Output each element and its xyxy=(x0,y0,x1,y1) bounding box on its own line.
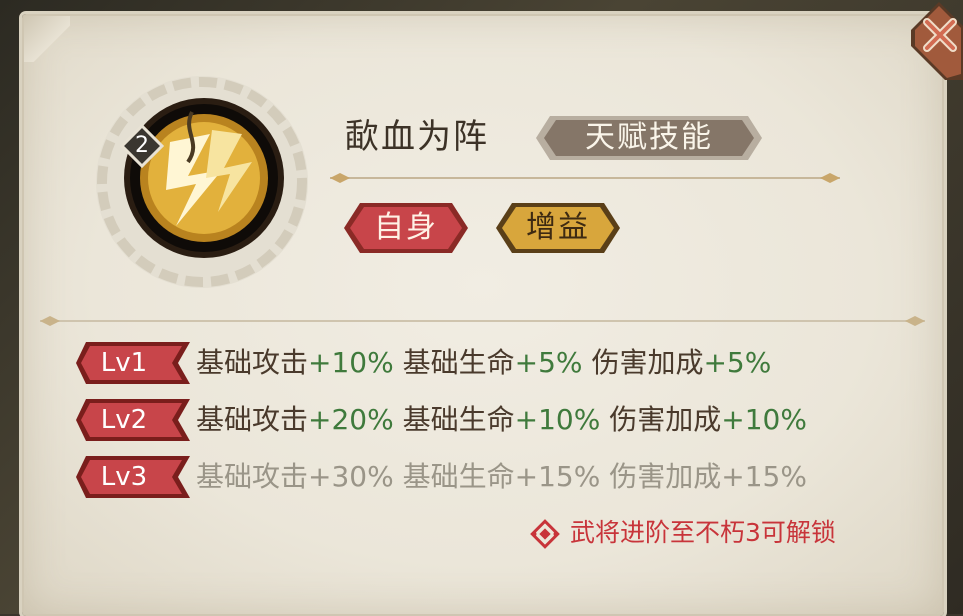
effect-value: +20% xyxy=(308,403,394,436)
level-badge: Lv1 xyxy=(100,348,148,378)
skill-type-label: 天赋技能 xyxy=(585,120,713,155)
effect-stat: 伤害加成 xyxy=(609,460,722,493)
effect-value: +5% xyxy=(703,346,772,379)
effect-value: +15% xyxy=(514,460,601,493)
effect-stat: 基础生命 xyxy=(402,346,515,379)
close-icon xyxy=(911,2,963,80)
level-effects-locked: 基础攻击+30% 基础生命+15% 伤害加成+15% xyxy=(196,456,807,498)
level-row-1: Lv1 基础攻击+10% 基础生命+5% 伤害加成+5% xyxy=(76,342,896,384)
effect-value: +15% xyxy=(721,460,807,493)
level-badge: Lv3 xyxy=(100,462,148,492)
effect-value: +5% xyxy=(514,346,583,379)
effect-value: +10% xyxy=(721,403,807,436)
section-divider xyxy=(40,316,925,326)
effect-stat: 基础攻击 xyxy=(196,403,309,436)
unlock-hint-text: 武将进阶至不朽3可解锁 xyxy=(570,518,836,547)
tag-buff: 增益 xyxy=(526,210,590,245)
knot-icon xyxy=(530,519,560,549)
level-row-2: Lv2 基础攻击+20% 基础生命+10% 伤害加成+10% xyxy=(76,399,896,441)
close-button[interactable] xyxy=(905,0,963,80)
skill-icon xyxy=(92,72,312,292)
skill-level-number: 2 xyxy=(135,133,149,158)
effect-stat: 基础攻击 xyxy=(196,460,309,493)
divider-ornament xyxy=(330,173,840,183)
level-effects: 基础攻击+10% 基础生命+5% 伤害加成+5% xyxy=(196,342,771,384)
level-badge: Lv2 xyxy=(100,405,148,435)
effect-stat: 伤害加成 xyxy=(609,403,722,436)
level-row-3: Lv3 基础攻击+30% 基础生命+15% 伤害加成+15% xyxy=(76,456,896,498)
effect-stat: 基础攻击 xyxy=(196,346,309,379)
effect-value: +10% xyxy=(514,403,601,436)
tag-self: 自身 xyxy=(374,210,438,245)
effect-stat: 基础生命 xyxy=(402,460,515,493)
effect-value: +30% xyxy=(308,460,394,493)
level-effects: 基础攻击+20% 基础生命+10% 伤害加成+10% xyxy=(196,399,807,441)
effect-stat: 基础生命 xyxy=(402,403,515,436)
effect-value: +10% xyxy=(308,346,394,379)
effect-stat: 伤害加成 xyxy=(591,346,704,379)
skill-name: 歃血为阵 xyxy=(345,117,489,157)
panel-corner-curl xyxy=(24,16,70,62)
